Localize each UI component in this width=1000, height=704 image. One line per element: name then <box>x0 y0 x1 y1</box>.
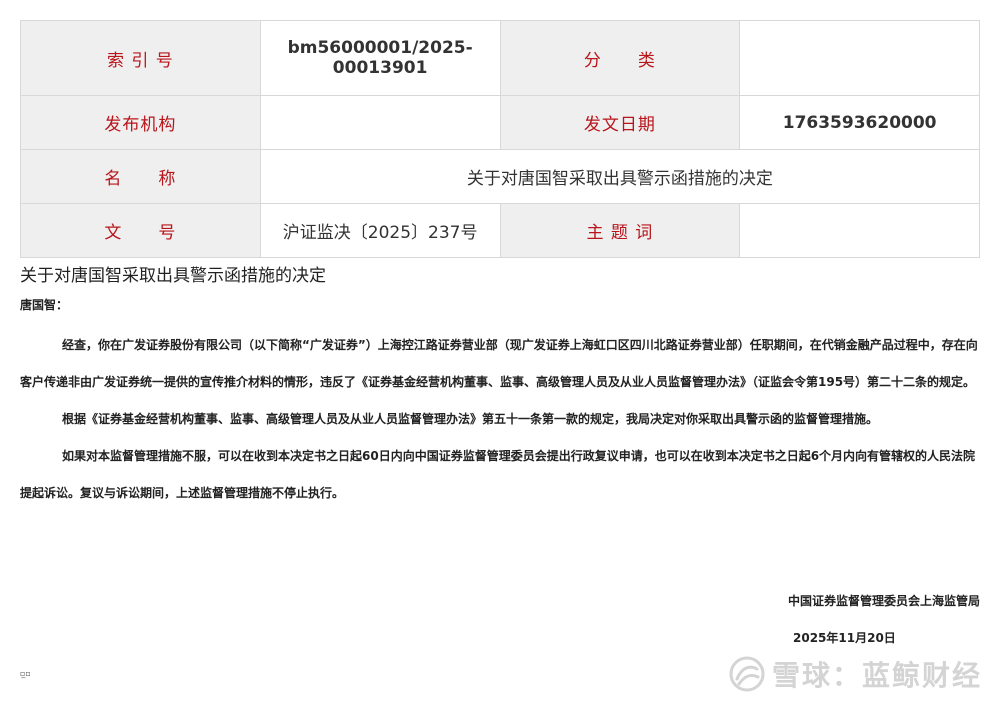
document-meta-table: 索 引 号 bm56000001/2025-00013901 分 类 发布机构 … <box>20 20 981 258</box>
index-number-value: bm56000001/2025-00013901 <box>259 20 501 96</box>
index-number-label: 索 引 号 <box>20 20 261 96</box>
snowball-watermark: 雪球：蓝鲸财经 <box>728 652 982 696</box>
salutation: 唐国智： <box>20 298 69 312</box>
publish-date-label: 发文日期 <box>499 95 741 150</box>
footer-mark: ▫̲▫ <box>20 669 31 678</box>
meta-row: 文 号 沪证监决〔2025〕237号 主 题 词 <box>20 203 980 258</box>
name-label: 名 称 <box>20 149 261 204</box>
document-number-value: 沪证监决〔2025〕237号 <box>259 203 501 258</box>
keywords-label: 主 题 词 <box>499 203 741 258</box>
document-number-label: 文 号 <box>20 203 261 258</box>
signature-date: 2025年11月20日 <box>793 631 896 645</box>
watermark-text: 雪球：蓝鲸财经 <box>772 659 983 692</box>
snowball-logo-icon <box>728 655 766 693</box>
publisher-value <box>259 95 501 150</box>
category-label: 分 类 <box>499 20 741 96</box>
publish-date-value: 1763593620000 <box>739 95 980 150</box>
body-paragraph: 经查，你在广发证券股份有限公司（以下简称“广发证券”）上海控江路证券营业部（现广… <box>20 338 978 389</box>
signature-organization: 中国证券监督管理委员会上海监管局 <box>787 594 980 608</box>
publisher-label: 发布机构 <box>20 95 261 150</box>
keywords-value <box>739 203 980 258</box>
meta-row: 发布机构 发文日期 1763593620000 <box>20 95 980 150</box>
body-paragraph: 根据《证券基金经营机构董事、监事、高级管理人员及从业人员监督管理办法》第五十一条… <box>62 412 879 426</box>
body-paragraph: 如果对本监督管理措施不服，可以在收到本决定书之日起60日内向中国证券监督管理委员… <box>20 449 976 500</box>
category-value <box>739 20 980 96</box>
meta-row: 索 引 号 bm56000001/2025-00013901 分 类 <box>20 20 980 96</box>
meta-row: 名 称 关于对唐国智采取出具警示函措施的决定 <box>20 149 981 204</box>
document-title: 关于对唐国智采取出具警示函措施的决定 <box>20 266 326 286</box>
document-body: 经查，你在广发证券股份有限公司（以下简称“广发证券”）上海控江路证券营业部（现广… <box>20 327 980 512</box>
name-value: 关于对唐国智采取出具警示函措施的决定 <box>259 149 981 204</box>
